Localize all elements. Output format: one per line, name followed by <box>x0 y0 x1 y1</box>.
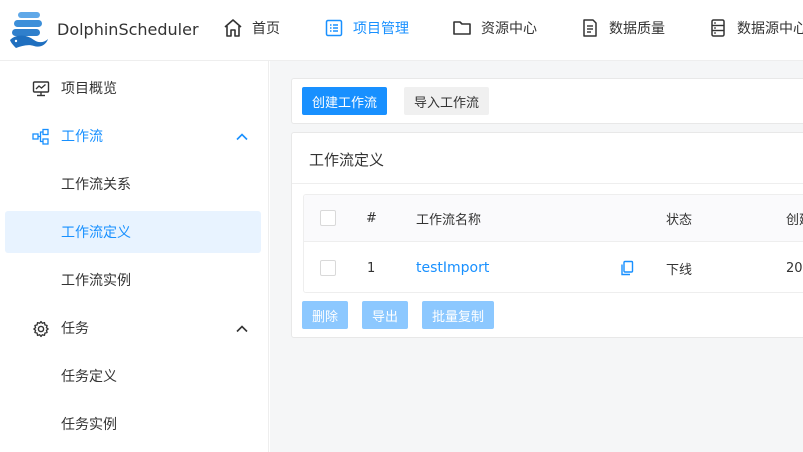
batch-copy-button[interactable]: 批量复制 <box>422 301 495 329</box>
sidebar-group-task[interactable]: 任务 <box>5 307 261 349</box>
row-index: 1 <box>367 260 376 276</box>
nav-resource-label: 资源中心 <box>481 21 537 37</box>
chevron-up-icon <box>236 325 248 333</box>
main-content: 创建工作流 导入工作流 工作流定义 # 工作流名称 状态 创建 1 t <box>270 61 803 452</box>
sidebar-item-task-instance[interactable]: 任务实例 <box>5 403 261 445</box>
create-workflow-button[interactable]: 创建工作流 <box>302 87 388 115</box>
nav-data-quality-label: 数据质量 <box>609 21 665 37</box>
dolphin-logo-icon[interactable] <box>8 10 52 50</box>
row-name-cell: testImport <box>416 242 489 292</box>
sidebar-item-label: 任务实例 <box>61 417 117 433</box>
workflow-icon <box>32 128 49 145</box>
row-checkbox[interactable] <box>320 260 336 276</box>
sidebar-group-workflow[interactable]: 工作流 <box>5 115 261 157</box>
table-row: 1 testImport 下线 20 <box>304 242 803 292</box>
workflow-definition-card: 工作流定义 # 工作流名称 状态 创建 1 testImport <box>291 132 803 338</box>
sidebar-item-task-definition[interactable]: 任务定义 <box>5 355 261 397</box>
select-all-checkbox[interactable] <box>320 210 336 226</box>
sidebar-item-label: 工作流定义 <box>61 225 131 241</box>
column-header-name: 工作流名称 <box>416 212 482 228</box>
sidebar-item-label: 工作流 <box>61 129 103 145</box>
sidebar: 项目概览 工作流 工作流关系 工作流定义 工作流实例 任务 任务定义 任务实例 <box>0 61 269 452</box>
folder-icon <box>453 21 471 35</box>
nav-datasource[interactable]: 数据源中心 <box>708 0 803 56</box>
column-header-index: # <box>366 210 377 226</box>
database-icon <box>711 19 725 37</box>
sidebar-item-workflow-instance[interactable]: 工作流实例 <box>5 259 261 301</box>
workflow-table: # 工作流名称 状态 创建 1 testImport 下线 20 <box>303 194 803 293</box>
sidebar-item-label: 任务 <box>61 321 89 337</box>
sidebar-item-project-overview[interactable]: 项目概览 <box>5 67 261 109</box>
column-header-status: 状态 <box>666 212 693 228</box>
monitor-icon <box>32 81 50 97</box>
nav-home[interactable]: 首页 <box>223 0 280 56</box>
document-icon <box>583 19 597 37</box>
nav-home-label: 首页 <box>252 21 280 37</box>
home-icon <box>224 19 242 37</box>
delete-button[interactable]: 删除 <box>302 301 349 329</box>
workflow-name-link[interactable]: testImport <box>416 260 489 276</box>
row-status: 下线 <box>666 262 693 278</box>
select-all-cell <box>320 195 336 241</box>
sidebar-item-label: 工作流关系 <box>61 177 131 193</box>
gear-icon <box>33 320 49 338</box>
toolbar-card: 创建工作流 导入工作流 <box>291 78 803 124</box>
nav-resource[interactable]: 资源中心 <box>452 0 537 56</box>
nav-project-label: 项目管理 <box>353 21 409 37</box>
import-workflow-button[interactable]: 导入工作流 <box>404 87 490 115</box>
sidebar-item-label: 工作流实例 <box>61 273 131 289</box>
nav-data-quality[interactable]: 数据质量 <box>580 0 665 56</box>
sidebar-item-label: 项目概览 <box>61 81 117 97</box>
column-header-created: 创建 <box>786 212 803 228</box>
sidebar-item-label: 任务定义 <box>61 369 117 385</box>
project-icon <box>325 19 343 37</box>
row-select-cell <box>320 242 336 292</box>
nav-datasource-label: 数据源中心 <box>737 21 803 37</box>
copy-name-cell <box>620 242 634 292</box>
export-button[interactable]: 导出 <box>362 301 409 329</box>
brand-name[interactable]: DolphinScheduler <box>57 20 199 39</box>
table-header: # 工作流名称 状态 创建 <box>304 195 803 242</box>
chevron-up-icon <box>236 133 248 141</box>
nav-project[interactable]: 项目管理 <box>324 0 409 56</box>
sidebar-item-workflow-relation[interactable]: 工作流关系 <box>5 163 261 205</box>
divider <box>292 183 803 184</box>
card-title: 工作流定义 <box>309 151 385 169</box>
sidebar-item-workflow-definition[interactable]: 工作流定义 <box>5 211 261 253</box>
top-header: DolphinScheduler 首页 项目管理 资源中心 数据质量 数据源中心 <box>0 0 803 61</box>
row-created: 20 <box>786 260 803 276</box>
copy-icon[interactable] <box>620 260 634 276</box>
